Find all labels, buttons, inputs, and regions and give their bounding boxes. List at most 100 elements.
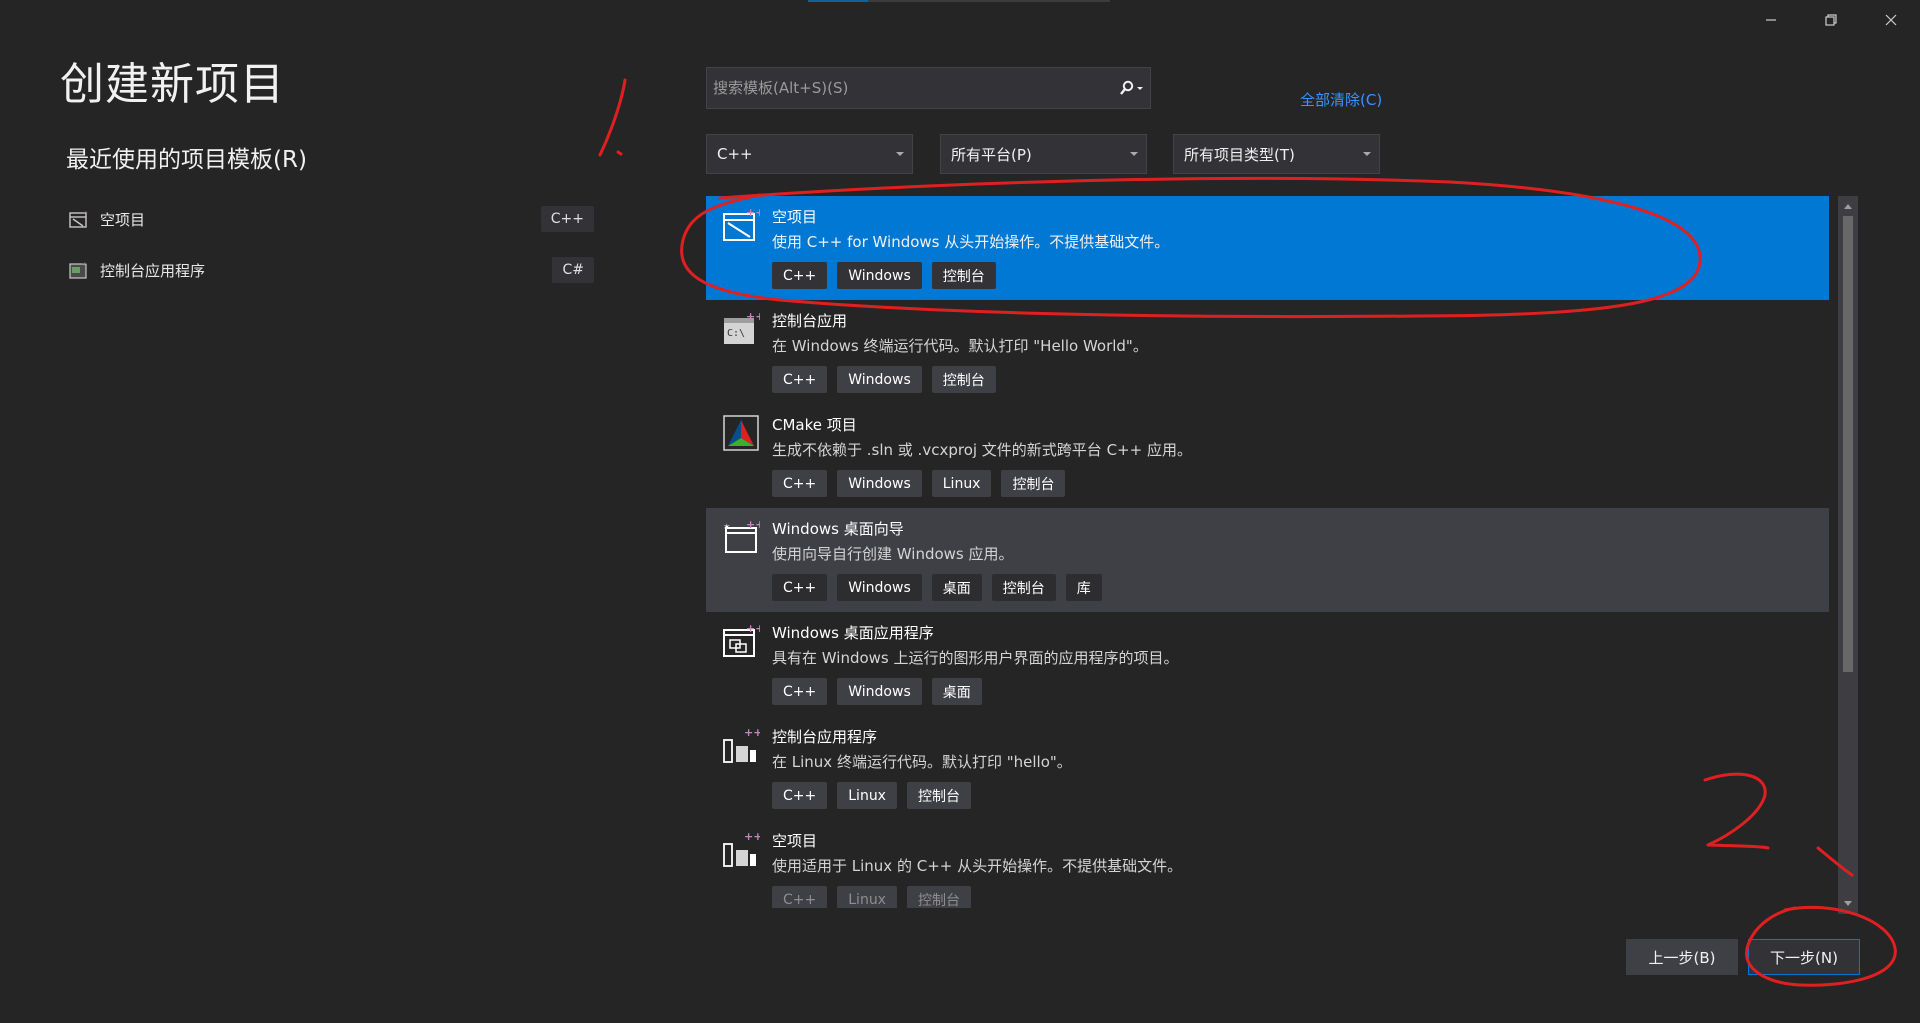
template-tags: C++ Windows 控制台 bbox=[772, 262, 996, 289]
tag: C++ bbox=[772, 574, 828, 601]
empty-project-icon: + bbox=[68, 208, 90, 230]
tag: C++ bbox=[772, 782, 828, 809]
svg-text:✶: ✶ bbox=[723, 523, 731, 533]
search-icon bbox=[1120, 80, 1143, 95]
template-name: 控制台应用 bbox=[772, 312, 848, 330]
recent-item-console-app[interactable]: + 控制台应用程序 C# bbox=[68, 253, 594, 287]
cmake-icon bbox=[723, 415, 759, 451]
language-filter[interactable]: C++ bbox=[706, 134, 913, 174]
svg-text:C:\: C:\ bbox=[727, 328, 745, 339]
tag: Windows bbox=[837, 678, 922, 705]
restore-button[interactable] bbox=[1808, 6, 1854, 34]
template-name: CMake 项目 bbox=[772, 416, 857, 434]
console-app-icon: C:\++ bbox=[724, 310, 760, 344]
minimize-button[interactable] bbox=[1748, 6, 1794, 34]
tag: 控制台 bbox=[991, 574, 1056, 601]
page-title: 创建新项目 bbox=[60, 59, 285, 110]
tag: C++ bbox=[772, 366, 828, 393]
template-description: 使用适用于 Linux 的 C++ 从头开始操作。不提供基础文件。 bbox=[772, 857, 1183, 875]
template-list: ++ 空项目 使用 C++ for Windows 从头开始操作。不提供基础文件… bbox=[706, 196, 1829, 908]
search-input[interactable] bbox=[707, 68, 1112, 108]
platform-filter-value: 所有平台(P) bbox=[951, 145, 1032, 164]
chevron-down-icon bbox=[896, 152, 904, 156]
linux-console-icon: ++ bbox=[723, 726, 760, 763]
template-item[interactable]: ++ 控制台应用程序 在 Linux 终端运行代码。默认打印 "hello"。 … bbox=[706, 716, 1829, 820]
svg-text:++: ++ bbox=[744, 830, 760, 843]
template-name: 控制台应用程序 bbox=[772, 728, 878, 746]
top-progress-indicator bbox=[808, 0, 1110, 2]
template-name: 空项目 bbox=[772, 832, 818, 850]
scrollbar-thumb[interactable] bbox=[1843, 216, 1853, 672]
template-item[interactable]: ++ 空项目 使用适用于 Linux 的 C++ 从头开始操作。不提供基础文件。… bbox=[706, 820, 1829, 908]
linux-empty-icon: ++ bbox=[723, 830, 760, 867]
svg-text:+: + bbox=[83, 210, 88, 217]
tag: Windows bbox=[837, 366, 922, 393]
template-description: 使用 C++ for Windows 从头开始操作。不提供基础文件。 bbox=[772, 233, 1170, 251]
tag: 控制台 bbox=[906, 886, 971, 908]
template-item[interactable]: CMake 项目 生成不依赖于 .sln 或 .vcxproj 文件的新式跨平台… bbox=[706, 404, 1829, 508]
svg-text:++: ++ bbox=[746, 310, 760, 323]
top-progress-segment bbox=[808, 0, 868, 2]
svg-text:+: + bbox=[82, 261, 87, 268]
restore-icon bbox=[1825, 14, 1837, 26]
template-tags: C++ Windows 桌面 控制台 库 bbox=[772, 574, 1102, 601]
close-button[interactable] bbox=[1868, 6, 1914, 34]
tag: C++ bbox=[772, 886, 828, 908]
template-description: 在 Windows 终端运行代码。默认打印 "Hello World"。 bbox=[772, 337, 1148, 355]
next-button[interactable]: 下一步(N) bbox=[1748, 939, 1860, 975]
tag: 控制台 bbox=[931, 366, 996, 393]
template-name: Windows 桌面向导 bbox=[772, 520, 904, 538]
console-app-icon: + bbox=[68, 259, 90, 281]
template-name: Windows 桌面应用程序 bbox=[772, 624, 934, 642]
recent-item-label: 空项目 bbox=[100, 210, 146, 229]
scroll-down-arrow-icon[interactable] bbox=[1844, 901, 1852, 906]
title-bar bbox=[0, 0, 1920, 40]
tag: Windows bbox=[837, 470, 922, 497]
tag: 桌面 bbox=[931, 678, 982, 705]
tag: 桌面 bbox=[931, 574, 982, 601]
language-filter-value: C++ bbox=[717, 145, 753, 163]
scroll-up-arrow-icon[interactable] bbox=[1844, 204, 1852, 209]
tag: 控制台 bbox=[1001, 470, 1066, 497]
template-tags: C++ Linux 控制台 bbox=[772, 782, 971, 809]
template-tags: C++ Linux 控制台 bbox=[772, 886, 971, 908]
annotation-mark-1-dot bbox=[616, 150, 623, 156]
template-description: 使用向导自行创建 Windows 应用。 bbox=[772, 545, 1014, 563]
tag: C++ bbox=[772, 678, 828, 705]
template-item[interactable]: C:\ ++ 控制台应用 在 Windows 终端运行代码。默认打印 "Hello… bbox=[706, 300, 1829, 404]
template-item[interactable]: ✶ ++ Windows 桌面向导 使用向导自行创建 Windows 应用。 C+… bbox=[706, 508, 1829, 612]
svg-text:++: ++ bbox=[744, 726, 760, 739]
clear-all-link[interactable]: 全部清除(C) bbox=[1300, 89, 1382, 110]
template-description: 在 Linux 终端运行代码。默认打印 "hello"。 bbox=[772, 753, 1072, 771]
tag: C++ bbox=[772, 262, 828, 289]
template-list-scrollbar[interactable] bbox=[1838, 196, 1858, 914]
template-tags: C++ Windows 桌面 bbox=[772, 678, 982, 705]
empty-project-icon: ++ bbox=[723, 206, 760, 241]
platform-filter[interactable]: 所有平台(P) bbox=[940, 134, 1147, 174]
svg-text:++: ++ bbox=[746, 206, 760, 219]
chevron-down-icon bbox=[1130, 152, 1138, 156]
svg-text:++: ++ bbox=[746, 518, 760, 531]
tag: 库 bbox=[1065, 574, 1102, 601]
tag: C++ bbox=[772, 470, 828, 497]
recent-templates-heading: 最近使用的项目模板(R) bbox=[66, 147, 307, 173]
close-icon bbox=[1885, 14, 1897, 26]
search-box bbox=[706, 67, 1151, 109]
tag: 控制台 bbox=[931, 262, 996, 289]
tag: Windows bbox=[837, 262, 922, 289]
desktop-wizard-icon: ✶ ++ bbox=[723, 518, 760, 553]
project-type-filter[interactable]: 所有项目类型(T) bbox=[1173, 134, 1380, 174]
tag: Linux bbox=[837, 782, 897, 809]
desktop-app-icon: ++ bbox=[723, 622, 760, 657]
template-description: 具有在 Windows 上运行的图形用户界面的应用程序的项目。 bbox=[772, 649, 1179, 667]
tag: 控制台 bbox=[906, 782, 971, 809]
recent-item-lang-badge: C# bbox=[552, 257, 594, 283]
tag: Linux bbox=[931, 470, 992, 497]
back-button[interactable]: 上一步(B) bbox=[1626, 939, 1738, 975]
recent-item-label: 控制台应用程序 bbox=[100, 261, 206, 280]
template-item[interactable]: ++ Windows 桌面应用程序 具有在 Windows 上运行的图形用户界面… bbox=[706, 612, 1829, 716]
minimize-icon bbox=[1766, 19, 1776, 21]
search-button[interactable] bbox=[1112, 68, 1150, 108]
template-item[interactable]: ++ 空项目 使用 C++ for Windows 从头开始操作。不提供基础文件… bbox=[706, 196, 1829, 300]
recent-item-empty-project[interactable]: + 空项目 C++ bbox=[68, 202, 594, 236]
